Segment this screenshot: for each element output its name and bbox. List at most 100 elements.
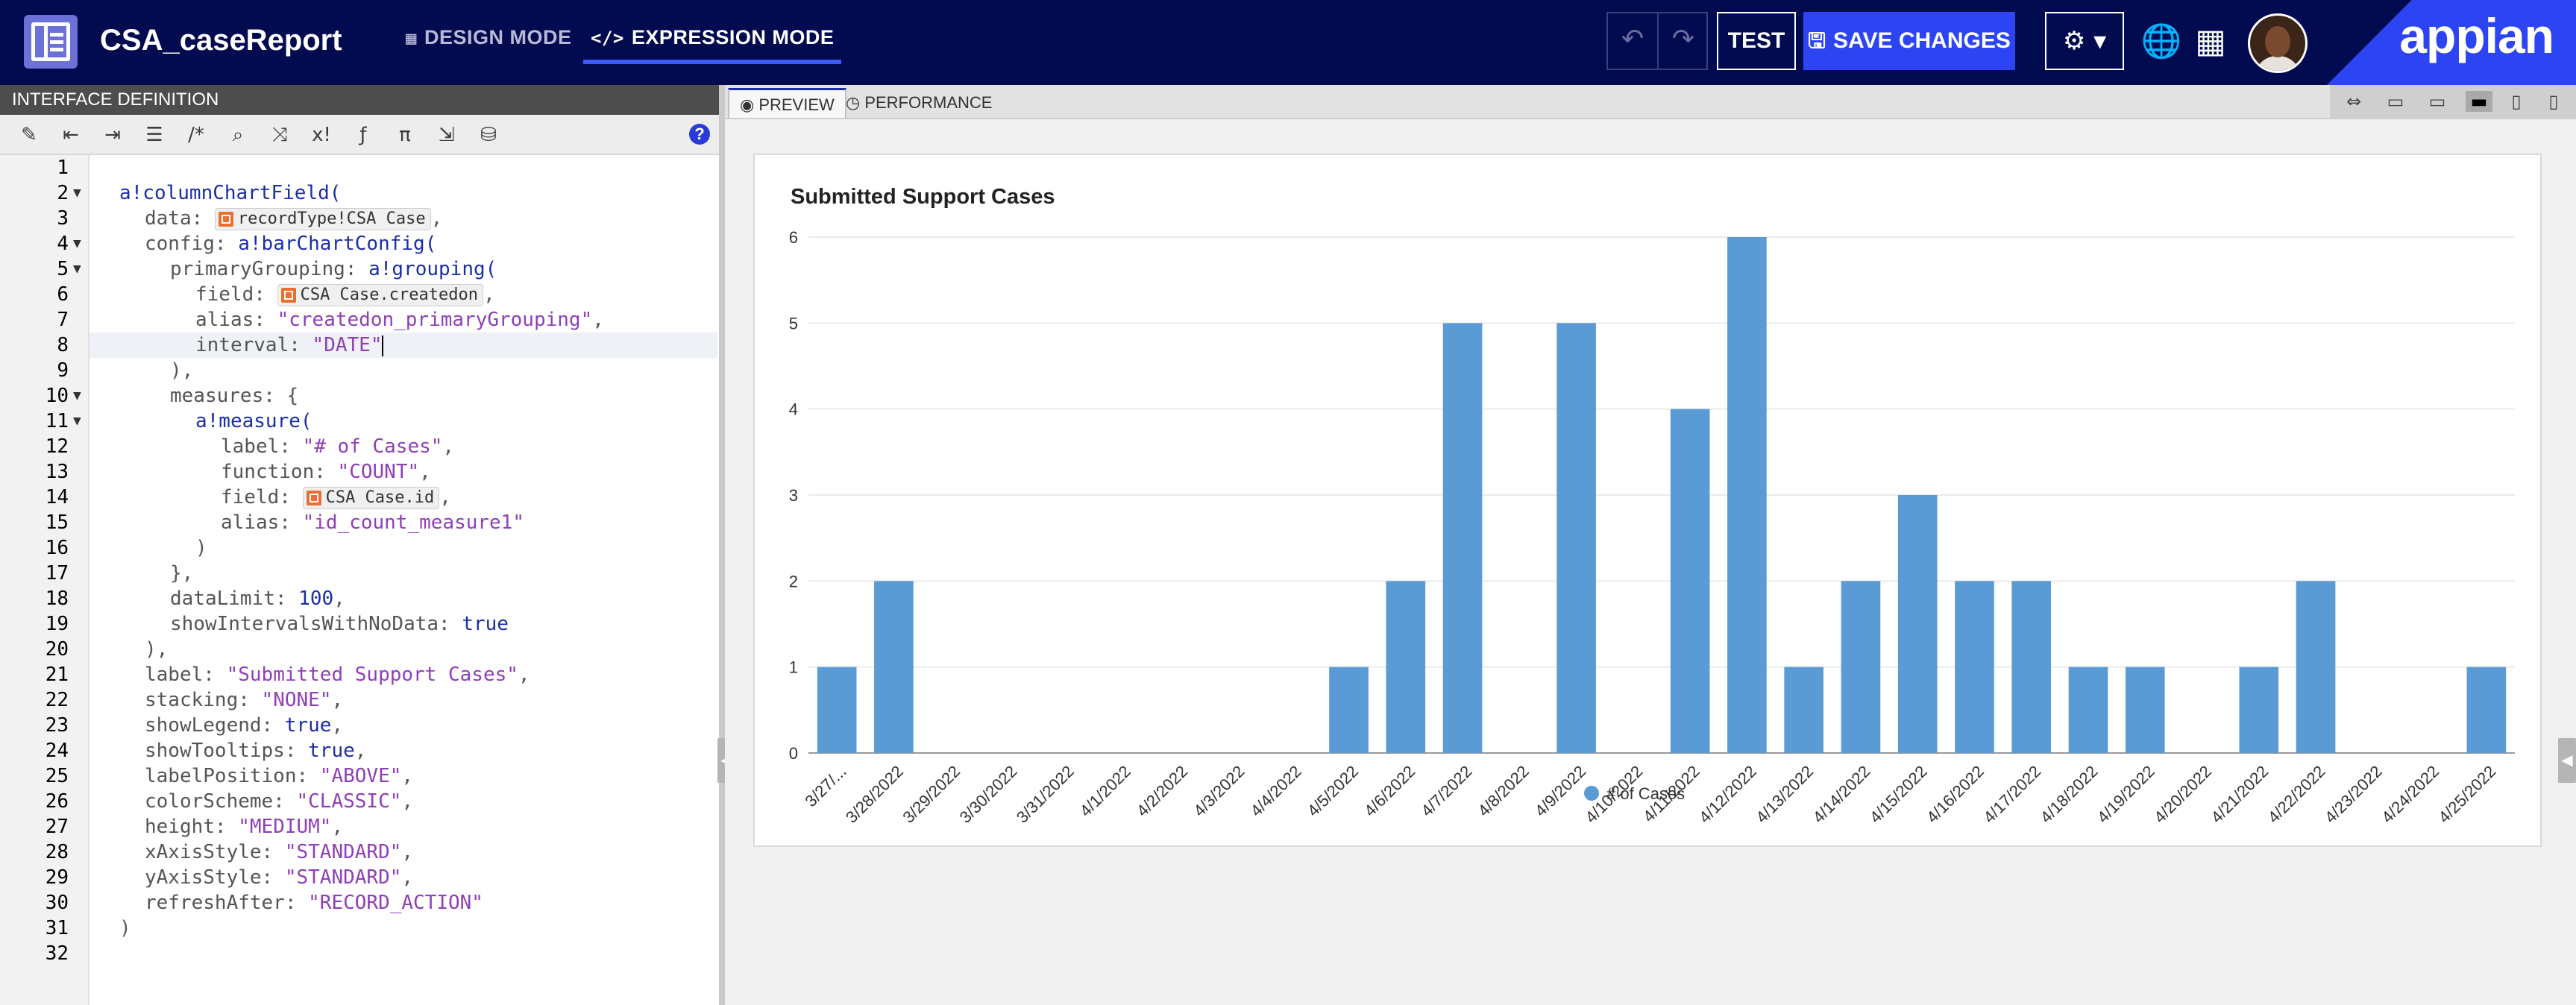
settings-button[interactable]: ⚙ ▾ <box>2045 12 2124 70</box>
code-punct: , <box>401 765 414 787</box>
code-string: "DATE" <box>312 334 383 356</box>
x-tick-label: 4/15/2022 <box>1866 762 1931 827</box>
line-number: 9 <box>57 359 69 382</box>
app-icon[interactable] <box>24 15 78 69</box>
phone-icon[interactable]: ▯ <box>2540 91 2567 112</box>
line-number: 32 <box>45 942 69 965</box>
pi-icon[interactable]: π <box>392 122 418 148</box>
bar[interactable] <box>1442 323 1483 753</box>
bar[interactable] <box>1784 667 1823 753</box>
database-search-icon[interactable]: ⛁ <box>476 122 501 148</box>
code-line-19: showIntervalsWithNoData: true <box>170 611 509 637</box>
fold-toggle-icon[interactable]: ▼ <box>73 231 81 256</box>
apps-grid-icon[interactable]: ▦ <box>2188 19 2233 64</box>
globe-search-icon[interactable]: 🌐 <box>2139 19 2184 64</box>
save-changes-button[interactable]: 🖫 SAVE CHANGES <box>1803 12 2015 70</box>
fold-toggle-icon[interactable]: ▼ <box>73 256 81 282</box>
bar[interactable] <box>1556 323 1596 753</box>
record-icon <box>218 211 233 227</box>
desktop-wide-icon[interactable]: ▭ <box>2382 91 2409 112</box>
tab-preview[interactable]: ◉ PREVIEW <box>728 88 846 118</box>
code-line-21: label: "Submitted Support Cases", <box>145 662 530 687</box>
code-line-13: function: "COUNT", <box>221 459 431 485</box>
bar[interactable] <box>1670 409 1710 753</box>
x-tick-label: 4/7/2022 <box>1417 762 1475 820</box>
chart-card: Submitted Support Cases 0 1 2 3 4 5 6 3/27/... 3… <box>753 154 2542 847</box>
bar[interactable] <box>2466 667 2507 753</box>
code-line-8: interval: "DATE" <box>89 333 717 358</box>
outdent-icon[interactable]: ⇤ <box>58 122 84 148</box>
device-toggle-group: ⇔ ▭ ▭ ▬ ▯ ▯ <box>2330 85 2576 118</box>
code-number: 100 <box>298 587 334 610</box>
bar[interactable] <box>2011 581 2052 753</box>
tablet-icon[interactable]: ▯ <box>2503 91 2530 112</box>
legend-label[interactable]: # of Cases <box>1606 784 1685 803</box>
fit-width-icon[interactable]: ⇔ <box>2340 91 2367 112</box>
bar[interactable] <box>1841 581 1881 753</box>
list-icon[interactable]: ☰ <box>142 122 167 148</box>
code-key: interval: <box>195 334 312 356</box>
code-string: "createdon_primaryGrouping" <box>277 309 593 331</box>
y-tick-label: 1 <box>789 658 798 677</box>
search-icon[interactable]: ⌕ <box>225 122 251 148</box>
line-number: 20 <box>45 638 69 661</box>
comment-icon[interactable]: /* <box>183 122 209 148</box>
export-icon[interactable]: ⇲ <box>434 122 459 148</box>
shuffle-icon[interactable]: ⤨ <box>267 122 292 148</box>
code-punct: , <box>439 486 451 508</box>
desktop-icon[interactable]: ▭ <box>2424 91 2451 112</box>
bar[interactable] <box>2239 667 2279 753</box>
code-key: primaryGrouping: <box>170 258 369 280</box>
line-number: 31 <box>45 917 69 939</box>
undo-icon[interactable]: ↶ <box>1608 24 1657 54</box>
code-punct: , <box>331 816 344 838</box>
bar[interactable] <box>817 667 857 753</box>
fold-toggle-icon[interactable]: ▼ <box>73 409 81 434</box>
avatar[interactable] <box>2248 13 2308 73</box>
laptop-icon[interactable]: ▬ <box>2466 91 2492 112</box>
tab-performance[interactable]: ◷ PERFORMANCE <box>835 88 1002 118</box>
record-icon <box>280 287 296 303</box>
x-tick-label: 4/19/2022 <box>2093 762 2158 827</box>
design-mode-tab[interactable]: ▦ DESIGN MODE <box>406 21 571 60</box>
code-key: function: <box>221 461 338 483</box>
collapse-right-icon[interactable]: ◀ <box>2558 738 2576 783</box>
fold-toggle-icon[interactable]: ▼ <box>73 383 81 409</box>
x-exclaim-icon[interactable]: x! <box>309 122 334 148</box>
code-key: showTooltips: <box>145 740 309 762</box>
record-type-token[interactable]: recordType!CSA Case <box>214 207 431 230</box>
bar[interactable] <box>1386 581 1426 753</box>
x-tick-label: 4/3/2022 <box>1190 762 1248 820</box>
x-tick-label: 4/16/2022 <box>1923 762 1988 827</box>
code-string: "Submitted Support Cases" <box>226 664 518 686</box>
bar[interactable] <box>2296 581 2336 753</box>
indent-icon[interactable]: ⇥ <box>100 122 125 148</box>
bar[interactable] <box>1727 237 1767 753</box>
x-tick-label: 4/8/2022 <box>1474 762 1533 820</box>
function-name: a!columnChartField( <box>119 182 342 204</box>
code-line-18: dataLimit: 100, <box>170 586 345 611</box>
bar[interactable] <box>1329 667 1369 753</box>
bar[interactable] <box>2125 667 2165 753</box>
bar[interactable] <box>874 581 914 753</box>
code-key: dataLimit: <box>170 587 299 610</box>
expression-mode-tab[interactable]: </> EXPRESSION MODE <box>583 21 842 64</box>
code-key: field: <box>221 486 303 508</box>
test-button[interactable]: TEST <box>1717 12 1796 70</box>
bar[interactable] <box>1955 581 1994 753</box>
field-token[interactable]: CSA Case.createdon <box>277 283 483 306</box>
fold-toggle-icon[interactable]: ▼ <box>73 180 81 206</box>
bar[interactable] <box>2068 667 2108 753</box>
fx-icon[interactable]: ƒ <box>351 122 376 148</box>
wand-icon[interactable]: ✎ <box>16 122 42 148</box>
field-token[interactable]: CSA Case.id <box>302 486 440 509</box>
redo-icon[interactable]: ↷ <box>1659 24 1708 54</box>
code-line-14: field: CSA Case.id, <box>221 485 451 510</box>
help-icon[interactable]: ? <box>689 124 710 145</box>
bar[interactable] <box>1897 495 1938 753</box>
code-punct: , <box>333 587 345 610</box>
brand-text: appian <box>2399 8 2554 63</box>
eye-icon: ◉ <box>740 95 759 114</box>
x-tick-label: 4/6/2022 <box>1360 762 1419 820</box>
panel-splitter[interactable] <box>719 85 725 1005</box>
